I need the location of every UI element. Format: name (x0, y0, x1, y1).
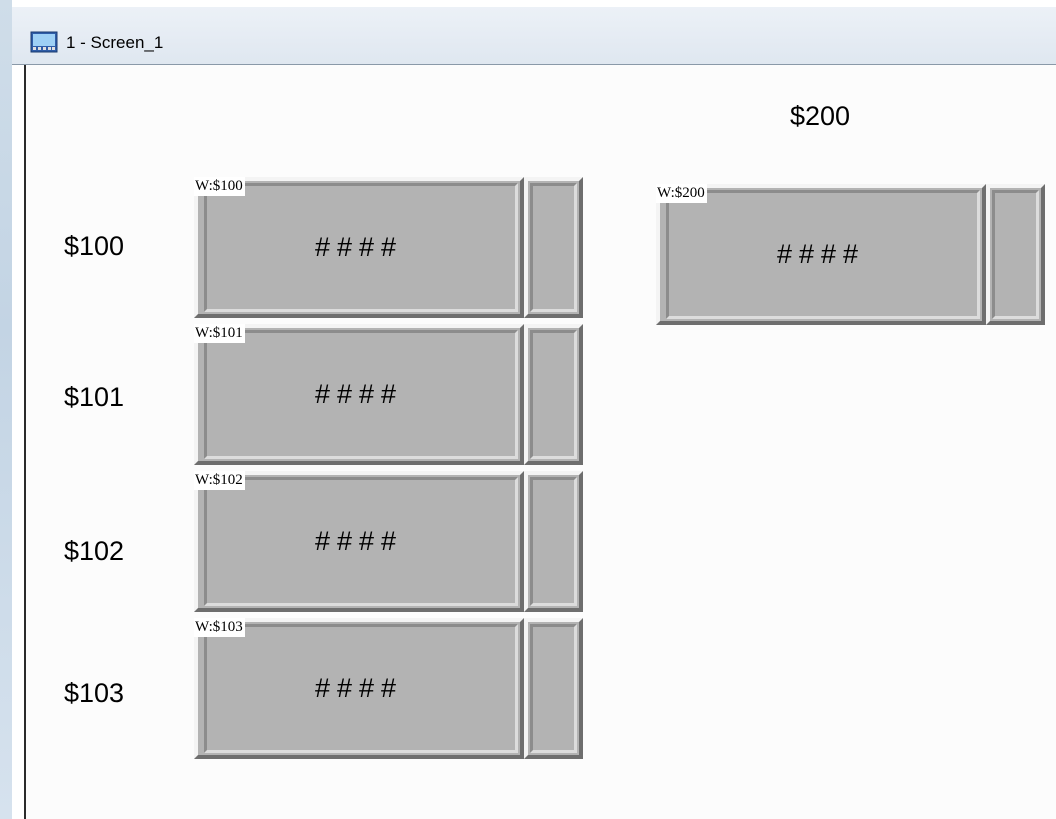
screen-canvas: $200 $100 $101 $102 $103 W:$100 #### W:$… (24, 65, 1056, 819)
numeric-value-103: #### (314, 673, 404, 703)
word-address-tag-100: W:$100 (194, 177, 245, 196)
label-100: $100 (64, 231, 125, 261)
label-200: $200 (790, 101, 851, 131)
numeric-side-button-200[interactable] (986, 184, 1045, 325)
numeric-value-100: #### (314, 232, 404, 262)
numeric-side-button-100[interactable] (524, 177, 583, 318)
word-address-tag-103: W:$103 (194, 618, 245, 637)
screen-monitor-icon (30, 31, 58, 53)
screen-window: 1 - Screen_1 $200 $100 $101 $102 $103 W:… (0, 0, 1056, 819)
word-address-tag-200: W:$200 (656, 184, 707, 203)
numeric-value-200: #### (776, 239, 866, 269)
numeric-side-button-103[interactable] (524, 618, 583, 759)
title-bar[interactable]: 1 - Screen_1 (12, 7, 1056, 65)
word-address-tag-101: W:$101 (194, 324, 245, 343)
label-103: $103 (64, 678, 125, 708)
word-address-tag-102: W:$102 (194, 471, 245, 490)
numeric-side-button-101[interactable] (524, 324, 583, 465)
window-left-strip (0, 0, 12, 819)
label-102: $102 (64, 536, 125, 566)
numeric-value-101: #### (314, 379, 404, 409)
numeric-side-button-102[interactable] (524, 471, 583, 612)
numeric-value-102: #### (314, 526, 404, 556)
window-title: 1 - Screen_1 (66, 33, 164, 52)
label-101: $101 (64, 382, 125, 412)
